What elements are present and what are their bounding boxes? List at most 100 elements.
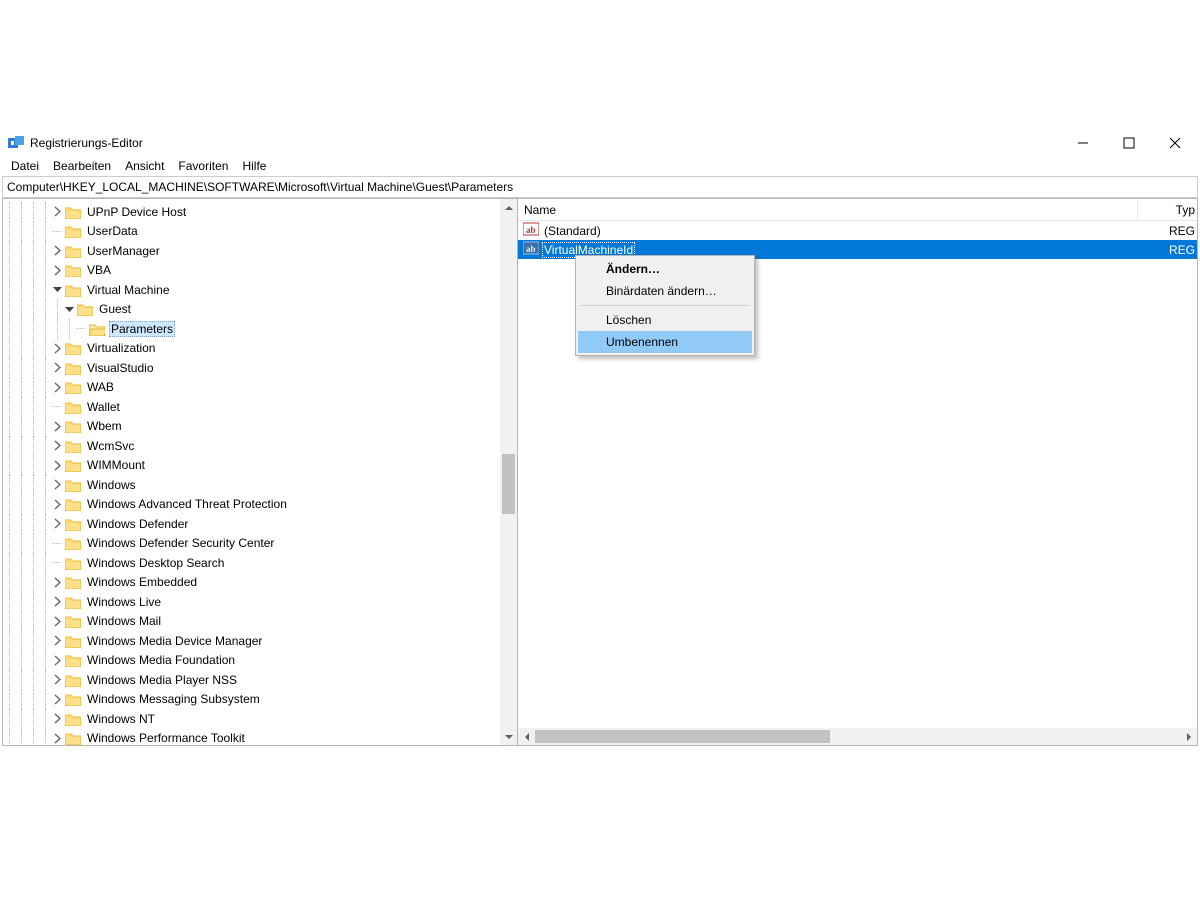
tree-item[interactable]: Parameters <box>3 319 500 339</box>
tree-item-label: Windows Mail <box>85 614 163 628</box>
folder-icon <box>77 302 93 316</box>
tree-item[interactable]: WIMMount <box>3 456 500 476</box>
chevron-down-icon[interactable] <box>51 284 63 295</box>
menu-datei[interactable]: Datei <box>4 157 46 175</box>
menu-favoriten[interactable]: Favoriten <box>171 157 235 175</box>
chevron-right-icon[interactable] <box>51 460 63 471</box>
tree-item-label: VBA <box>85 263 113 277</box>
string-value-icon <box>523 240 539 259</box>
window-title: Registrierungs-Editor <box>30 136 143 150</box>
menu-ansicht[interactable]: Ansicht <box>118 157 171 175</box>
chevron-right-icon[interactable] <box>51 577 63 588</box>
tree-item[interactable]: Windows <box>3 475 500 495</box>
tree-item[interactable]: UPnP Device Host <box>3 202 500 222</box>
tree-item[interactable]: Windows Desktop Search <box>3 553 500 573</box>
scroll-track[interactable] <box>500 216 517 728</box>
tree-item[interactable]: VBA <box>3 261 500 281</box>
value-type: REG <box>1169 224 1197 238</box>
tree-item[interactable]: Windows Performance Toolkit <box>3 729 500 746</box>
tree-item[interactable]: Windows Media Player NSS <box>3 670 500 690</box>
menu-bearbeiten[interactable]: Bearbeiten <box>46 157 118 175</box>
chevron-right-icon[interactable] <box>51 343 63 354</box>
registry-tree[interactable]: UPnP Device Host UserDataUserManager VBA Vi… <box>3 199 500 745</box>
tree-item[interactable]: WAB <box>3 378 500 398</box>
chevron-right-icon[interactable] <box>51 713 63 724</box>
tree-item[interactable]: Windows Mail <box>3 612 500 632</box>
chevron-right-icon[interactable] <box>51 362 63 373</box>
folder-icon <box>65 224 81 238</box>
chevron-right-icon[interactable] <box>51 499 63 510</box>
tree-item[interactable]: Windows Media Device Manager <box>3 631 500 651</box>
tree-item-label: Wbem <box>85 419 124 433</box>
scroll-up-icon[interactable] <box>500 199 517 216</box>
values-hscrollbar[interactable] <box>518 728 1197 745</box>
chevron-right-icon[interactable] <box>51 733 63 744</box>
chevron-right-icon[interactable] <box>51 655 63 666</box>
context-menu-item[interactable]: Binärdaten ändern… <box>578 280 752 302</box>
folder-icon <box>65 283 81 297</box>
context-menu-item[interactable]: Ändern… <box>578 258 752 280</box>
chevron-right-icon[interactable] <box>51 206 63 217</box>
titlebar: Registrierungs-Editor <box>2 129 1198 156</box>
value-type: REG <box>1169 243 1197 257</box>
tree-item[interactable]: Windows Embedded <box>3 573 500 593</box>
chevron-right-icon[interactable] <box>51 479 63 490</box>
scroll-down-icon[interactable] <box>500 728 517 745</box>
value-row[interactable]: (Standard)REG <box>518 221 1197 240</box>
hscroll-thumb[interactable] <box>535 730 830 743</box>
tree-item[interactable]: Wbem <box>3 417 500 437</box>
context-menu-item[interactable]: Umbenennen <box>578 331 752 353</box>
app-icon <box>8 135 24 151</box>
tree-item[interactable]: Windows Defender <box>3 514 500 534</box>
tree-item[interactable]: Windows NT <box>3 709 500 729</box>
chevron-right-icon[interactable] <box>51 265 63 276</box>
context-menu: Ändern…Binärdaten ändern… LöschenUmbenenn… <box>575 255 755 356</box>
tree-item-label: Windows Messaging Subsystem <box>85 692 262 706</box>
tree-item[interactable]: UserManager <box>3 241 500 261</box>
maximize-button[interactable] <box>1106 129 1152 156</box>
chevron-right-icon[interactable] <box>51 635 63 646</box>
folder-icon <box>65 595 81 609</box>
tree-item[interactable]: UserData <box>3 222 500 242</box>
chevron-right-icon[interactable] <box>51 674 63 685</box>
tree-item-label: Windows Defender <box>85 517 190 531</box>
tree-item[interactable]: Wallet <box>3 397 500 417</box>
tree-item[interactable]: Virtualization <box>3 339 500 359</box>
chevron-right-icon[interactable] <box>51 245 63 256</box>
chevron-right-icon[interactable] <box>51 440 63 451</box>
scroll-left-icon[interactable] <box>518 728 535 745</box>
header-type[interactable]: Typ <box>1138 200 1197 220</box>
tree-item[interactable]: Virtual Machine <box>3 280 500 300</box>
chevron-right-icon[interactable] <box>51 382 63 393</box>
tree-item[interactable]: WcmSvc <box>3 436 500 456</box>
folder-icon <box>65 673 81 687</box>
window-controls <box>1060 129 1198 156</box>
tree-item[interactable]: VisualStudio <box>3 358 500 378</box>
header-name[interactable]: Name <box>518 200 1138 220</box>
tree-item[interactable]: Windows Advanced Threat Protection <box>3 495 500 515</box>
tree-item-label: Windows Media Device Manager <box>85 634 264 648</box>
close-button[interactable] <box>1152 129 1198 156</box>
tree-item[interactable]: Guest <box>3 300 500 320</box>
context-menu-item[interactable]: Löschen <box>578 309 752 331</box>
tree-item[interactable]: Windows Messaging Subsystem <box>3 690 500 710</box>
tree-item-label: UPnP Device Host <box>85 205 188 219</box>
chevron-right-icon[interactable] <box>51 518 63 529</box>
chevron-down-icon[interactable] <box>63 304 75 315</box>
chevron-right-icon[interactable] <box>51 596 63 607</box>
scroll-thumb[interactable] <box>502 454 515 514</box>
menu-hilfe[interactable]: Hilfe <box>235 157 273 175</box>
chevron-right-icon[interactable] <box>51 694 63 705</box>
tree-item-label: Windows <box>85 478 138 492</box>
chevron-right-icon[interactable] <box>51 616 63 627</box>
scroll-right-icon[interactable] <box>1180 728 1197 745</box>
tree-item-label: Windows Live <box>85 595 163 609</box>
hscroll-track[interactable] <box>535 728 1180 745</box>
tree-item[interactable]: Windows Live <box>3 592 500 612</box>
tree-scrollbar[interactable] <box>500 199 517 745</box>
tree-item[interactable]: Windows Defender Security Center <box>3 534 500 554</box>
minimize-button[interactable] <box>1060 129 1106 156</box>
tree-item[interactable]: Windows Media Foundation <box>3 651 500 671</box>
address-input[interactable] <box>7 180 1193 194</box>
chevron-right-icon[interactable] <box>51 421 63 432</box>
